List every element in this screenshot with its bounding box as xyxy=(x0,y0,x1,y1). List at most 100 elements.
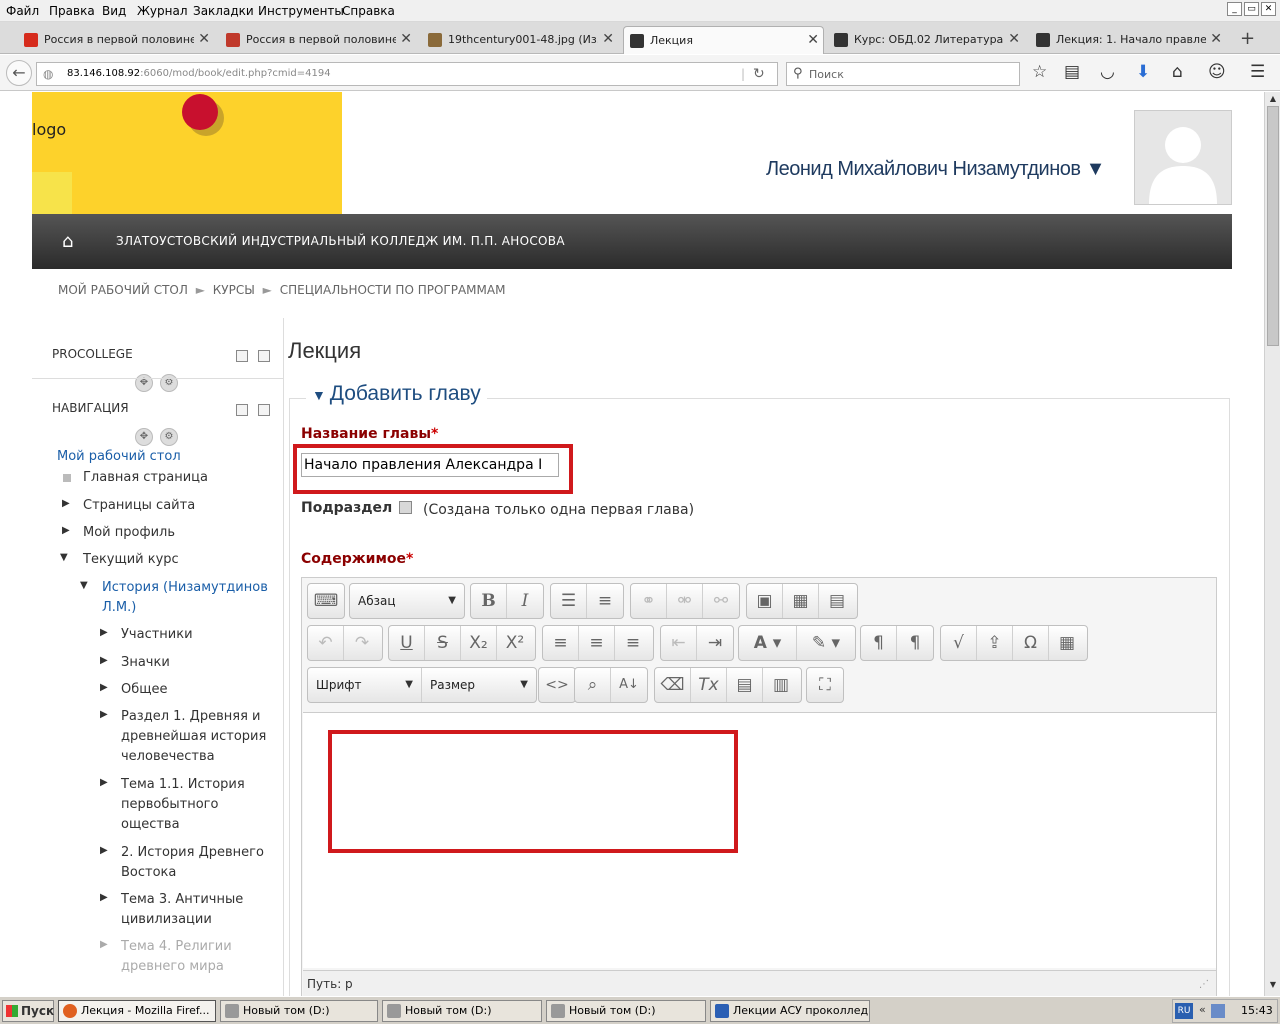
scroll-up-icon[interactable]: ▲ xyxy=(1267,94,1279,106)
close-tab-icon[interactable]: ✕ xyxy=(1210,31,1222,47)
nav-profile[interactable]: Мой профиль xyxy=(83,523,175,543)
bullet-list-icon[interactable]: ☰ xyxy=(551,584,587,618)
language-indicator[interactable]: RU xyxy=(1175,1003,1193,1019)
expand-arrow-icon[interactable]: ▶ xyxy=(100,627,108,638)
menu-edit[interactable]: Правка xyxy=(49,4,95,18)
menu-help[interactable]: Справка xyxy=(342,4,395,18)
subchapter-checkbox[interactable] xyxy=(399,501,412,514)
outdent-icon[interactable]: ⇤ xyxy=(661,626,697,660)
html-source-icon[interactable]: <> xyxy=(539,668,575,702)
anchor-icon[interactable]: ⚯ xyxy=(703,584,739,618)
resize-grip-icon[interactable]: ⋰ xyxy=(1199,979,1209,990)
clock[interactable]: 15:43 xyxy=(1241,1004,1273,1017)
nav-topic-3[interactable]: Тема 3. Античные цивилизации xyxy=(121,890,243,930)
nav-site-pages[interactable]: Страницы сайта xyxy=(83,496,195,516)
gear-icon[interactable]: ⚙ xyxy=(160,374,178,392)
media-icon[interactable]: ▦ xyxy=(783,584,819,618)
paragraph-format-select[interactable]: Абзац ▼ xyxy=(350,584,464,618)
home-icon[interactable]: ⌂ xyxy=(1172,62,1183,82)
numbered-list-icon[interactable]: ≡ xyxy=(587,584,623,618)
manage-files-icon[interactable]: ▤ xyxy=(819,584,855,618)
breadcrumb-specialties[interactable]: СПЕЦИАЛЬНОСТИ ПО ПРОГРАММАМ xyxy=(280,283,506,297)
move-icon[interactable]: ✥ xyxy=(135,428,153,446)
superscript-icon[interactable]: X² xyxy=(497,626,533,660)
close-tab-icon[interactable]: ✕ xyxy=(400,31,412,47)
expand-arrow-icon[interactable]: ▶ xyxy=(100,682,108,693)
align-center-icon[interactable]: ≡ xyxy=(579,626,615,660)
collapse-arrow-icon[interactable]: ▼ xyxy=(60,552,68,563)
maximize-button[interactable]: ▭ xyxy=(1244,2,1259,16)
paste-word-icon[interactable]: ▥ xyxy=(763,668,799,702)
nav-general[interactable]: Общее xyxy=(121,680,168,700)
close-tab-icon[interactable]: ✕ xyxy=(198,31,210,47)
indent-icon[interactable]: ⇥ xyxy=(697,626,733,660)
expand-arrow-icon[interactable]: ▶ xyxy=(62,525,70,536)
taskbar-drive-d[interactable]: Новый том (D:) xyxy=(382,1000,542,1022)
close-tab-icon[interactable]: ✕ xyxy=(1008,31,1020,47)
expand-arrow-icon[interactable]: ▶ xyxy=(62,498,70,509)
dock-block-icon[interactable] xyxy=(236,350,248,362)
menu-file[interactable]: Файл xyxy=(6,4,39,18)
nav-topic-1-1[interactable]: Тема 1.1. История первобытного ощества xyxy=(121,775,245,835)
user-menu[interactable]: Леонид Михайлович Низамутдинов ▼ xyxy=(766,158,1105,181)
nav-topic-2[interactable]: 2. История Древнего Востока xyxy=(121,843,264,883)
tab-6[interactable]: Лекция: 1. Начало правле... ✕ xyxy=(1030,26,1226,54)
fieldset-legend[interactable]: ▼ Добавить главу xyxy=(306,382,487,406)
rtl-icon[interactable]: ¶ xyxy=(897,626,933,660)
nav-dashboard[interactable]: Мой рабочий стол xyxy=(57,449,181,464)
bookmark-star-icon[interactable]: ☆ xyxy=(1032,62,1047,82)
font-family-select[interactable]: Шрифт ▼ xyxy=(308,668,422,702)
nav-topic-4[interactable]: Тема 4. Религии древнего мира xyxy=(121,937,232,977)
reading-list-icon[interactable]: ▤ xyxy=(1064,62,1080,82)
link-icon[interactable]: ⚭ xyxy=(631,584,667,618)
align-right-icon[interactable]: ≡ xyxy=(615,626,651,660)
expand-arrow-icon[interactable]: ▶ xyxy=(100,892,108,903)
strikethrough-icon[interactable]: S xyxy=(425,626,461,660)
download-icon[interactable]: ⬇ xyxy=(1136,62,1150,82)
gear-icon[interactable]: ⚙ xyxy=(160,428,178,446)
tab-1[interactable]: Россия в первой половине... ✕ xyxy=(18,26,214,54)
find-icon[interactable]: ⌕ xyxy=(575,668,611,702)
collapse-arrow-icon[interactable]: ▼ xyxy=(80,580,88,591)
text-color-icon[interactable]: A ▾ xyxy=(739,626,797,660)
collapse-block-icon[interactable] xyxy=(236,404,248,416)
upload-icon[interactable]: ⇪ xyxy=(977,626,1013,660)
move-icon[interactable]: ✥ xyxy=(135,374,153,392)
equation-icon[interactable]: √ xyxy=(941,626,977,660)
nav-participants[interactable]: Участники xyxy=(121,625,193,645)
home-nav-icon[interactable]: ⌂ xyxy=(62,231,82,252)
tab-2[interactable]: Россия в первой половине... ✕ xyxy=(220,26,416,54)
college-name[interactable]: ЗЛАТОУСТОВСКИЙ ИНДУСТРИАЛЬНЫЙ КОЛЛЕДЖ ИМ… xyxy=(116,234,565,248)
omega-icon[interactable]: Ω xyxy=(1013,626,1049,660)
close-tab-icon[interactable]: ✕ xyxy=(807,32,819,48)
page-scrollbar[interactable]: ▲ ▼ xyxy=(1264,92,1280,996)
taskbar-drive-d[interactable]: Новый том (D:) xyxy=(220,1000,378,1022)
url-bar[interactable]: ◍ 83.146.108.92:6060/mod/book/edit.php?c… xyxy=(36,62,778,86)
minimize-button[interactable]: _ xyxy=(1227,2,1242,16)
tray-expand-icon[interactable]: « xyxy=(1199,1003,1206,1016)
menu-history[interactable]: Журнал xyxy=(137,4,188,18)
new-tab-icon[interactable]: + xyxy=(1240,28,1255,49)
hide-block-icon[interactable] xyxy=(258,350,270,362)
clear-format-icon[interactable]: Tx xyxy=(691,668,727,702)
taskbar-firefox[interactable]: Лекция - Mozilla Firef... xyxy=(58,1000,216,1022)
tab-4-active[interactable]: Лекция ✕ xyxy=(623,26,824,54)
expand-arrow-icon[interactable]: ▶ xyxy=(100,655,108,666)
scroll-down-icon[interactable]: ▼ xyxy=(1267,980,1279,992)
start-button[interactable]: Пуск xyxy=(2,1000,54,1022)
undo-icon[interactable]: ↶ xyxy=(308,626,344,660)
nav-badges[interactable]: Значки xyxy=(121,653,170,673)
breadcrumb-dashboard[interactable]: МОЙ РАБОЧИЙ СТОЛ xyxy=(58,283,188,297)
toolbar-toggle-icon[interactable]: ⌨ xyxy=(308,584,344,618)
breadcrumb-courses[interactable]: КУРСЫ xyxy=(213,283,255,297)
hide-block-icon[interactable] xyxy=(258,404,270,416)
tab-3[interactable]: 19thcentury001-48.jpg (Из... ✕ xyxy=(422,26,618,54)
paste-text-icon[interactable]: ▤ xyxy=(727,668,763,702)
pocket-icon[interactable]: ◡ xyxy=(1100,62,1115,82)
nav-course-history[interactable]: История (Низамутдинов Л.М.) xyxy=(102,578,268,618)
close-tab-icon[interactable]: ✕ xyxy=(602,31,614,47)
avatar[interactable] xyxy=(1134,110,1232,205)
expand-arrow-icon[interactable]: ▶ xyxy=(100,777,108,788)
network-icon[interactable] xyxy=(1211,1004,1225,1018)
tab-5[interactable]: Курс: ОБД.02 Литература ✕ xyxy=(828,26,1024,54)
